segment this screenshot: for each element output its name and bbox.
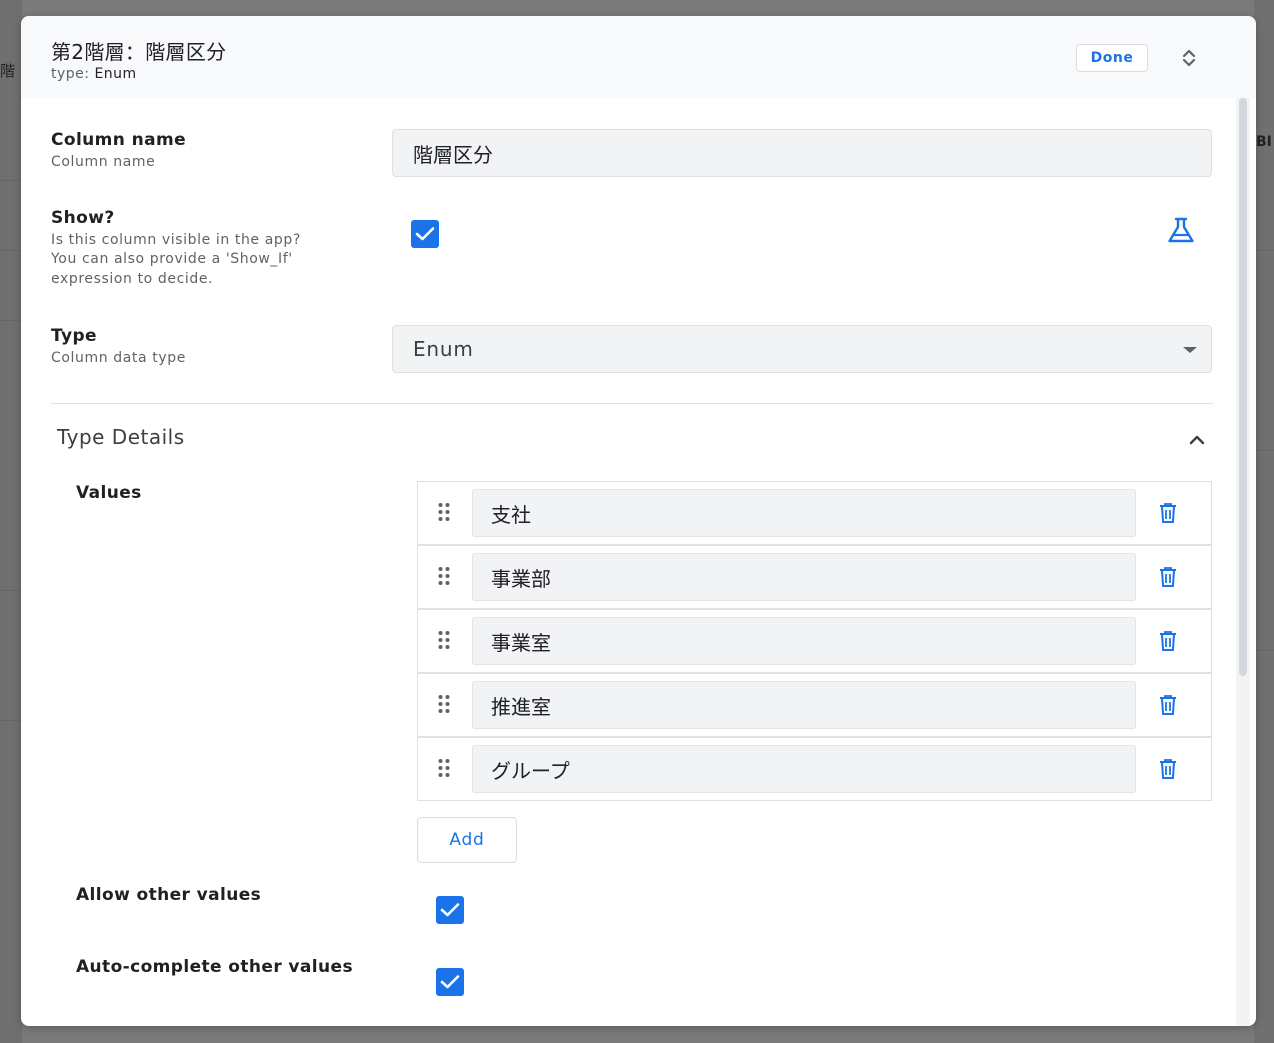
background-grid-line (0, 590, 22, 591)
subtitle-label: type: (51, 66, 95, 82)
background-grid-line (1254, 650, 1274, 651)
add-value-button[interactable]: Add (417, 817, 517, 863)
trash-icon[interactable] (1155, 564, 1181, 590)
checkmark-icon (415, 227, 435, 241)
enum-value-row: 支社 (417, 481, 1212, 545)
checkmark-icon (440, 975, 460, 989)
checkmark-icon (440, 903, 460, 917)
show-checkbox[interactable] (411, 220, 439, 248)
background-left-text: 階 (0, 62, 16, 80)
enum-value-input[interactable]: グループ (472, 745, 1136, 793)
enum-value-input[interactable]: 支社 (472, 489, 1136, 537)
enum-value-input[interactable]: 推進室 (472, 681, 1136, 729)
dialog-title: 第2階層：階層区分 (51, 40, 227, 64)
trash-icon[interactable] (1155, 692, 1181, 718)
dialog-header: 第2階層：階層区分 type: Enum Done (21, 16, 1256, 98)
values-label: Values (76, 483, 142, 503)
background-grid-line (1254, 450, 1274, 451)
enum-value-row: 事業部 (417, 545, 1212, 609)
background-grid-line (0, 250, 22, 251)
type-select-value: Enum (413, 337, 474, 361)
background-right-strip (1254, 0, 1274, 1043)
background-grid-line (0, 180, 22, 181)
column-edit-dialog: 第2階層：階層区分 type: Enum Done Column name Co… (21, 16, 1256, 1026)
background-grid-line (1254, 250, 1274, 251)
background-grid-line (0, 320, 22, 321)
trash-icon[interactable] (1155, 756, 1181, 782)
show-description-line-2: You can also provide a 'Show_If' (51, 251, 293, 267)
auto-complete-checkbox[interactable] (436, 968, 464, 996)
enum-value-row: グループ (417, 737, 1212, 801)
subtitle-value: Enum (94, 66, 137, 82)
column-name-input[interactable]: 階層区分 (392, 129, 1212, 177)
show-title: Show? (51, 208, 115, 228)
scrollbar-thumb[interactable] (1239, 98, 1247, 676)
show-description-line-3: expression to decide. (51, 271, 214, 287)
drag-handle-icon[interactable] (432, 500, 456, 524)
drag-handle-icon[interactable] (432, 692, 456, 716)
enum-value-row: 事業室 (417, 609, 1212, 673)
section-divider (51, 403, 1213, 404)
drag-handle-icon[interactable] (432, 756, 456, 780)
allow-other-values-checkbox[interactable] (436, 896, 464, 924)
trash-icon[interactable] (1155, 500, 1181, 526)
column-name-description: Column name (51, 154, 156, 170)
enum-value-input[interactable]: 事業部 (472, 553, 1136, 601)
auto-complete-label: Auto-complete other values (76, 957, 353, 977)
unfold-icon[interactable] (1177, 46, 1201, 70)
column-name-title: Column name (51, 130, 187, 150)
background-left-strip (0, 0, 22, 1043)
enum-value-input[interactable]: 事業室 (472, 617, 1136, 665)
trash-icon[interactable] (1155, 628, 1181, 654)
type-description: Column data type (51, 350, 186, 366)
dropdown-arrow-icon (1183, 347, 1197, 353)
show-description-line-1: Is this column visible in the app? (51, 232, 301, 248)
dialog-subtitle: type: Enum (51, 66, 137, 82)
background-right-text: BI (1256, 134, 1272, 150)
flask-icon[interactable] (1165, 214, 1197, 246)
done-button[interactable]: Done (1076, 44, 1148, 72)
type-details-title: Type Details (57, 425, 185, 449)
drag-handle-icon[interactable] (432, 628, 456, 652)
background-grid-line (0, 720, 22, 721)
drag-handle-icon[interactable] (432, 564, 456, 588)
type-select[interactable]: Enum (392, 325, 1212, 373)
enum-value-row: 推進室 (417, 673, 1212, 737)
type-title: Type (51, 326, 97, 346)
chevron-up-icon[interactable] (1185, 428, 1209, 452)
allow-other-values-label: Allow other values (76, 885, 262, 905)
